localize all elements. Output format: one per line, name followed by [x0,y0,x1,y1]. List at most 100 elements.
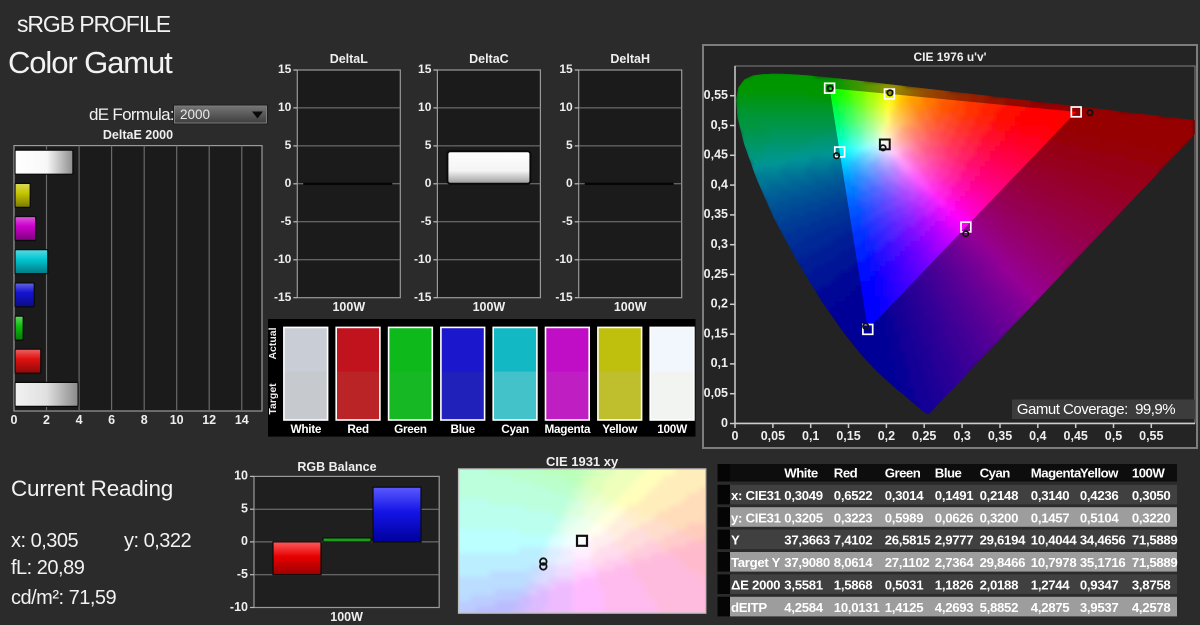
svg-text:29,6194: 29,6194 [980,533,1027,548]
svg-text:DeltaE 2000: DeltaE 2000 [103,128,173,142]
svg-text:0,25: 0,25 [704,267,728,281]
svg-text:1,4125: 1,4125 [885,600,924,615]
svg-text:3,5581: 3,5581 [784,578,823,593]
svg-text:34,4656: 34,4656 [1080,533,1126,548]
svg-text:0,3: 0,3 [711,237,728,251]
svg-text:2,9777: 2,9777 [935,533,974,548]
svg-text:6: 6 [108,413,115,427]
svg-text:dE Formula:: dE Formula: [89,105,174,124]
svg-text:100W: 100W [1132,466,1166,481]
svg-text:Green: Green [394,422,427,436]
svg-text:0,1491: 0,1491 [935,488,974,503]
svg-text:0,15: 0,15 [704,326,728,340]
svg-text:5: 5 [285,138,292,152]
svg-text:CIE 1931 xy: CIE 1931 xy [546,454,619,469]
svg-text:5,8852: 5,8852 [980,600,1019,615]
svg-text:0: 0 [241,534,248,548]
svg-text:71,5889: 71,5889 [1132,555,1178,570]
svg-text:100W: 100W [657,422,688,436]
svg-text:100W: 100W [473,300,506,314]
svg-text:Y: Y [731,533,740,548]
svg-text:37,9080: 37,9080 [784,555,830,570]
svg-text:-15: -15 [555,290,573,304]
svg-text:2,7364: 2,7364 [935,555,975,570]
svg-text:10: 10 [559,100,573,114]
svg-text:0,5: 0,5 [711,118,728,132]
svg-text:15: 15 [418,62,432,76]
svg-text:DeltaH: DeltaH [610,52,650,66]
svg-text:0,55: 0,55 [704,88,728,102]
svg-text:100W: 100W [332,300,365,314]
svg-text:0,6522: 0,6522 [834,488,873,503]
svg-text:10: 10 [170,413,184,427]
svg-text:0,05: 0,05 [704,386,728,400]
svg-text:0,55: 0,55 [1139,429,1163,443]
svg-text:0: 0 [566,176,573,190]
svg-text:0: 0 [732,429,739,443]
svg-text:71,5889: 71,5889 [1132,533,1178,548]
svg-text:12: 12 [202,413,216,427]
svg-text:5: 5 [425,138,432,152]
svg-text:Cyan: Cyan [980,466,1011,481]
svg-text:0,3014: 0,3014 [885,488,925,503]
svg-text:Blue: Blue [451,422,476,436]
svg-text:0,0626: 0,0626 [935,510,974,525]
svg-text:0,5031: 0,5031 [885,578,924,593]
svg-text:Magenta: Magenta [545,422,591,436]
svg-text:10: 10 [234,469,248,483]
svg-text:0,2: 0,2 [711,297,728,311]
svg-text:1,5868: 1,5868 [834,578,873,593]
svg-text:1,1826: 1,1826 [935,578,974,593]
svg-text:0: 0 [425,176,432,190]
svg-text:14: 14 [235,413,249,427]
svg-text:0,5104: 0,5104 [1080,510,1120,525]
svg-text:Gamut Coverage: 99,9%: Gamut Coverage: 99,9% [1017,401,1175,418]
svg-text:Target Y: Target Y [731,555,781,570]
svg-text:0,25: 0,25 [912,429,936,443]
svg-text:0,9347: 0,9347 [1080,578,1119,593]
svg-text:White: White [290,422,321,436]
svg-text:0: 0 [11,413,18,427]
svg-text:8,0614: 8,0614 [834,555,874,570]
svg-text:x: 0,305: x: 0,305 [11,530,79,552]
svg-text:Yellow: Yellow [602,422,638,436]
svg-text:7,4102: 7,4102 [834,533,873,548]
svg-text:5: 5 [241,501,248,515]
svg-text:100W: 100W [330,610,363,624]
svg-text:10: 10 [278,100,292,114]
svg-text:0,1: 0,1 [711,356,728,370]
svg-text:0,3140: 0,3140 [1031,488,1070,503]
svg-text:0,3: 0,3 [953,429,970,443]
svg-text:-10: -10 [555,252,573,266]
svg-text:cd/m²: 71,59: cd/m²: 71,59 [11,587,117,609]
svg-text:ΔE 2000: ΔE 2000 [731,578,780,593]
svg-text:0,3223: 0,3223 [834,510,873,525]
svg-text:-15: -15 [414,290,432,304]
svg-text:26,5815: 26,5815 [885,533,931,548]
svg-text:Current Reading: Current Reading [11,476,173,501]
svg-text:0,3220: 0,3220 [1132,510,1171,525]
svg-text:0,45: 0,45 [1064,429,1088,443]
svg-text:0: 0 [721,416,728,430]
svg-text:0,5989: 0,5989 [885,510,924,525]
svg-text:2: 2 [43,413,50,427]
svg-text:y: 0,322: y: 0,322 [124,530,192,552]
svg-text:0: 0 [285,176,292,190]
svg-text:-5: -5 [562,214,573,228]
svg-text:100W: 100W [614,300,647,314]
svg-text:White: White [784,466,818,481]
svg-text:Target: Target [267,383,279,415]
svg-text:dEITP: dEITP [731,600,767,615]
svg-text:27,1102: 27,1102 [885,555,930,570]
svg-text:10,4044: 10,4044 [1031,533,1078,548]
svg-text:0,35: 0,35 [704,207,728,221]
svg-text:Yellow: Yellow [1080,466,1119,481]
svg-text:0,3050: 0,3050 [1132,488,1171,503]
svg-text:0,2: 0,2 [878,429,895,443]
svg-text:-10: -10 [230,600,248,614]
svg-text:Red: Red [347,422,368,436]
svg-text:0,05: 0,05 [761,429,785,443]
svg-text:0,2148: 0,2148 [980,488,1019,503]
svg-text:sRGB PROFILE: sRGB PROFILE [17,11,171,37]
svg-text:3,8758: 3,8758 [1132,578,1171,593]
